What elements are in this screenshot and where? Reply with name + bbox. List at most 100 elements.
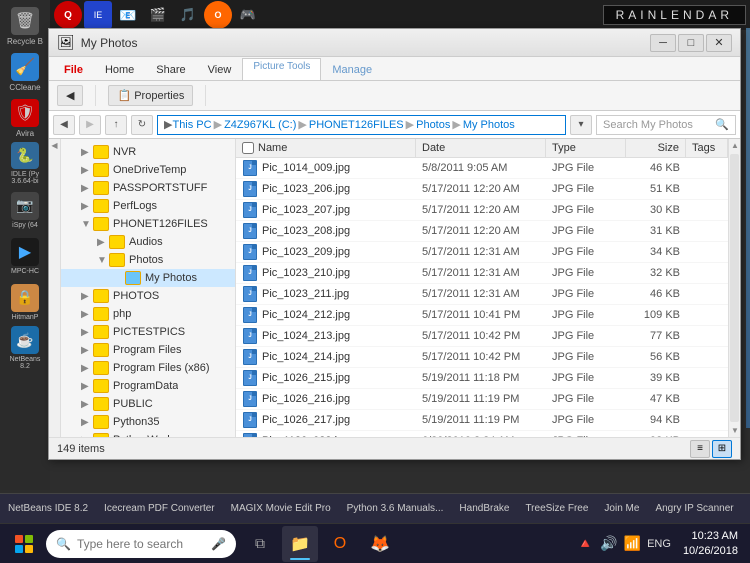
sidebar-item-photos[interactable]: ▼ Photos: [61, 251, 235, 269]
table-row[interactable]: J Pic_1026_215.jpg 5/19/2011 11:18 PM JP…: [236, 368, 728, 389]
sidebar-item-programfiles-x86[interactable]: ▶ Program Files (x86): [61, 359, 235, 377]
sidebar-item-nvr[interactable]: ▶ NVR: [61, 143, 235, 161]
refresh-button[interactable]: ↻: [131, 115, 153, 135]
tab-home[interactable]: Home: [94, 59, 145, 80]
table-row[interactable]: J Pic_1024_214.jpg 5/17/2011 10:42 PM JP…: [236, 347, 728, 368]
forward-button[interactable]: ▶: [79, 115, 101, 135]
recycle-bin-icon[interactable]: 🗑 Recycle B: [3, 4, 47, 48]
table-row[interactable]: J Pic_1023_206.jpg 5/17/2011 12:20 AM JP…: [236, 179, 728, 200]
top-icon-3[interactable]: 📧: [114, 1, 142, 29]
hitmanpro-icon[interactable]: 🔒 HitmanP: [3, 280, 47, 324]
idle-python-icon[interactable]: 🐍 IDLE (Py3.6.64-bi: [3, 142, 47, 186]
sidebar-item-myphotos[interactable]: My Photos: [61, 269, 235, 287]
view-buttons: ≡ ⊞: [690, 440, 732, 458]
sidebar-item-python35[interactable]: ▶ Python35: [61, 413, 235, 431]
right-scrollbar[interactable]: ▲ ▼: [728, 139, 740, 437]
top-icon-7[interactable]: 🎮: [234, 1, 262, 29]
system-clock[interactable]: 10:23 AM 10/26/2018: [679, 529, 742, 558]
sidebar-item-passportstuff[interactable]: ▶ PASSPORTSTUFF: [61, 179, 235, 197]
search-box[interactable]: Search My Photos 🔍: [596, 115, 736, 135]
file-name-cell: J Pic_1026_216.jpg: [236, 390, 416, 408]
firefox-taskbar-btn[interactable]: 🦊: [362, 526, 398, 562]
sidebar-item-programdata[interactable]: ▶ ProgramData: [61, 377, 235, 395]
avira-icon[interactable]: 🛡 Avira: [3, 96, 47, 140]
table-row[interactable]: J Pic_1023_207.jpg 5/17/2011 12:20 AM JP…: [236, 200, 728, 221]
table-row[interactable]: J Pic_1026_217.jpg 5/19/2011 11:19 PM JP…: [236, 410, 728, 431]
col-header-type[interactable]: Type: [546, 139, 626, 157]
tab-share[interactable]: Share: [145, 59, 196, 80]
address-path[interactable]: ▶ This PC ▶ Z4Z967KL (C:) ▶ PHONET126FIL…: [157, 115, 566, 135]
maximize-button[interactable]: □: [678, 34, 704, 52]
ispy-icon[interactable]: 📷 iSpy (64: [3, 188, 47, 232]
minimize-button[interactable]: ─: [650, 34, 676, 52]
shortcut-icecream[interactable]: Icecream PDF Converter: [104, 503, 215, 514]
shortcut-joinme[interactable]: Join Me: [604, 503, 639, 514]
netbeans-left-icon[interactable]: ☕ NetBeans8.2: [3, 326, 47, 370]
sidebar-item-perflogs[interactable]: ▶ PerfLogs: [61, 197, 235, 215]
col-header-date[interactable]: Date: [416, 139, 546, 157]
sidebar-item-public[interactable]: ▶ PUBLIC: [61, 395, 235, 413]
ccleaner-icon[interactable]: 🧹 CCleane: [3, 50, 47, 94]
sidebar-item-php[interactable]: ▶ php: [61, 305, 235, 323]
sidebar-item-pictestpics[interactable]: ▶ PICTESTPICS: [61, 323, 235, 341]
top-icon-2[interactable]: IE: [84, 1, 112, 29]
table-row[interactable]: J Pic_1026_216.jpg 5/19/2011 11:19 PM JP…: [236, 389, 728, 410]
opera-taskbar-btn[interactable]: O: [322, 526, 358, 562]
tab-picture-tools[interactable]: Picture Tools: [242, 58, 321, 80]
shortcut-magix[interactable]: MAGIX Movie Edit Pro: [231, 503, 331, 514]
table-row[interactable]: J Pic_1023_210.jpg 5/17/2011 12:31 AM JP…: [236, 263, 728, 284]
microphone-icon[interactable]: 🎤: [211, 537, 226, 551]
table-row[interactable]: J Pic_1014_009.jpg 5/8/2011 9:05 AM JPG …: [236, 158, 728, 179]
table-row[interactable]: J Pic_1023_208.jpg 5/17/2011 12:20 AM JP…: [236, 221, 728, 242]
file-explorer-taskbar-btn[interactable]: 📁: [282, 526, 318, 562]
language-indicator[interactable]: ENG: [645, 536, 673, 552]
sidebar-collapse-btn[interactable]: ◀: [51, 141, 57, 150]
table-row[interactable]: J Pic_1023_209.jpg 5/17/2011 12:31 AM JP…: [236, 242, 728, 263]
sidebar-item-programfiles[interactable]: ▶ Program Files: [61, 341, 235, 359]
top-icon-1[interactable]: Q: [54, 1, 82, 29]
table-row[interactable]: J Pic_1024_212.jpg 5/17/2011 10:41 PM JP…: [236, 305, 728, 326]
tab-view[interactable]: View: [197, 59, 243, 80]
list-view-btn[interactable]: ≡: [690, 440, 710, 458]
top-icon-5[interactable]: 🎵: [174, 1, 202, 29]
ribbon-properties-btn[interactable]: 📋 Properties: [108, 85, 193, 106]
sidebar-item-phonet126files[interactable]: ▼ PHONET126FILES: [61, 215, 235, 233]
mpc-hc-icon[interactable]: ▶ MPC-HC: [3, 234, 47, 278]
scroll-up-btn[interactable]: ▲: [729, 139, 740, 152]
shortcut-treesize[interactable]: TreeSize Free: [525, 503, 588, 514]
shortcut-python-manuals[interactable]: Python 3.6 Manuals...: [347, 503, 444, 514]
col-header-tags[interactable]: Tags: [686, 139, 728, 157]
table-row[interactable]: J Pic_1024_213.jpg 5/17/2011 10:42 PM JP…: [236, 326, 728, 347]
top-icon-4[interactable]: 🎬: [144, 1, 172, 29]
volume-icon[interactable]: 🔊: [598, 533, 619, 554]
top-icon-6[interactable]: O: [204, 1, 232, 29]
shortcut-netbeans[interactable]: NetBeans IDE 8.2: [8, 503, 88, 514]
scroll-thumb[interactable]: [730, 154, 739, 422]
shortcut-handbrake[interactable]: HandBrake: [459, 503, 509, 514]
select-all-checkbox[interactable]: [242, 142, 254, 154]
tab-file[interactable]: File: [53, 59, 94, 80]
task-view-btn[interactable]: ⧉: [242, 526, 278, 562]
wifi-icon[interactable]: 📶: [622, 533, 643, 554]
network-icon[interactable]: 🔺: [575, 533, 596, 554]
sidebar-item-onedrivetemp[interactable]: ▶ OneDriveTemp: [61, 161, 235, 179]
bottom-shortcuts: NetBeans IDE 8.2 Icecream PDF Converter …: [0, 493, 750, 523]
close-button[interactable]: ✕: [706, 34, 732, 52]
scroll-down-btn[interactable]: ▼: [729, 424, 740, 437]
shortcut-angryip[interactable]: Angry IP Scanner: [655, 503, 733, 514]
up-button[interactable]: ↑: [105, 115, 127, 135]
tab-manage[interactable]: Manage: [321, 59, 383, 80]
taskbar-search-input[interactable]: [77, 537, 205, 551]
back-button[interactable]: ◀: [53, 115, 75, 135]
col-header-name[interactable]: Name: [236, 139, 416, 157]
detail-view-btn[interactable]: ⊞: [712, 440, 732, 458]
start-button[interactable]: [4, 526, 44, 562]
address-dropdown[interactable]: ▾: [570, 115, 592, 135]
sidebar-item-audios[interactable]: ▶ Audios: [61, 233, 235, 251]
taskbar-search[interactable]: 🔍 🎤: [46, 530, 236, 558]
sidebar-item-photos2[interactable]: ▶ PHOTOS: [61, 287, 235, 305]
ribbon-back-btn[interactable]: ◀: [57, 85, 83, 106]
col-header-size[interactable]: Size: [626, 139, 686, 157]
jpg-icon: J: [243, 412, 257, 428]
table-row[interactable]: J Pic_1023_211.jpg 5/17/2011 12:31 AM JP…: [236, 284, 728, 305]
